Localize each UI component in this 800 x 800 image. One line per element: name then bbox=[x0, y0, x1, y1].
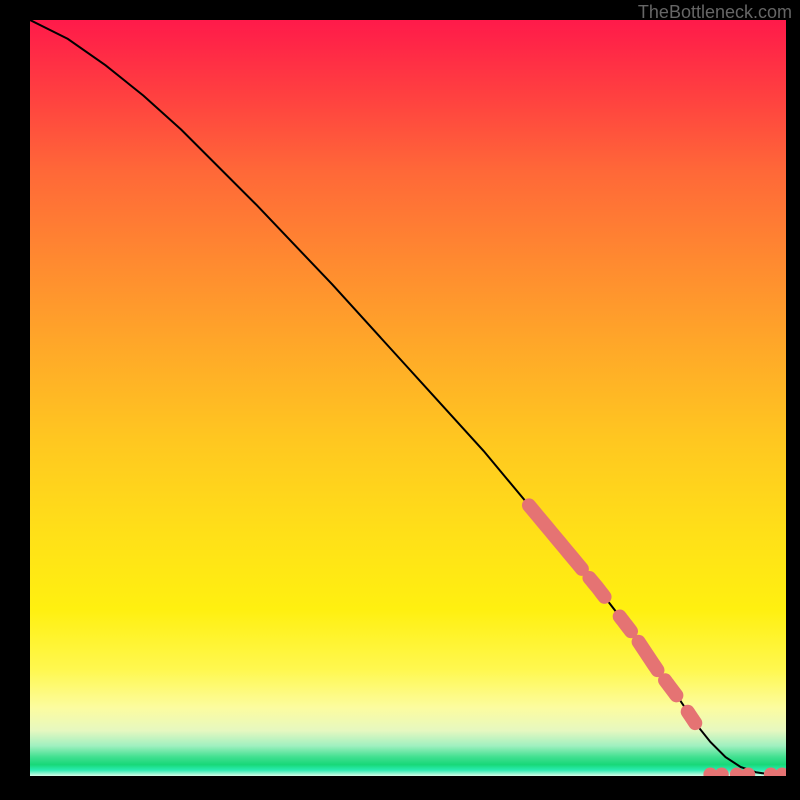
main-curve bbox=[30, 20, 786, 775]
highlight-segment bbox=[665, 680, 676, 695]
highlight-points-layer bbox=[703, 767, 786, 776]
curve-layer bbox=[30, 20, 786, 775]
highlight-segment bbox=[639, 642, 658, 670]
highlight-point bbox=[715, 767, 729, 776]
highlight-segment bbox=[620, 616, 631, 631]
highlight-segments-layer bbox=[529, 505, 695, 723]
watermark-text: TheBottleneck.com bbox=[638, 2, 792, 23]
highlight-point bbox=[703, 767, 717, 776]
highlight-point bbox=[764, 767, 778, 776]
chart-plot-area bbox=[30, 20, 786, 776]
highlight-segment bbox=[529, 505, 582, 569]
highlight-segment bbox=[688, 712, 696, 723]
highlight-point bbox=[775, 767, 786, 776]
highlight-point bbox=[741, 767, 755, 776]
highlight-point bbox=[730, 767, 744, 776]
chart-svg bbox=[30, 20, 786, 776]
highlight-segment bbox=[589, 578, 604, 597]
